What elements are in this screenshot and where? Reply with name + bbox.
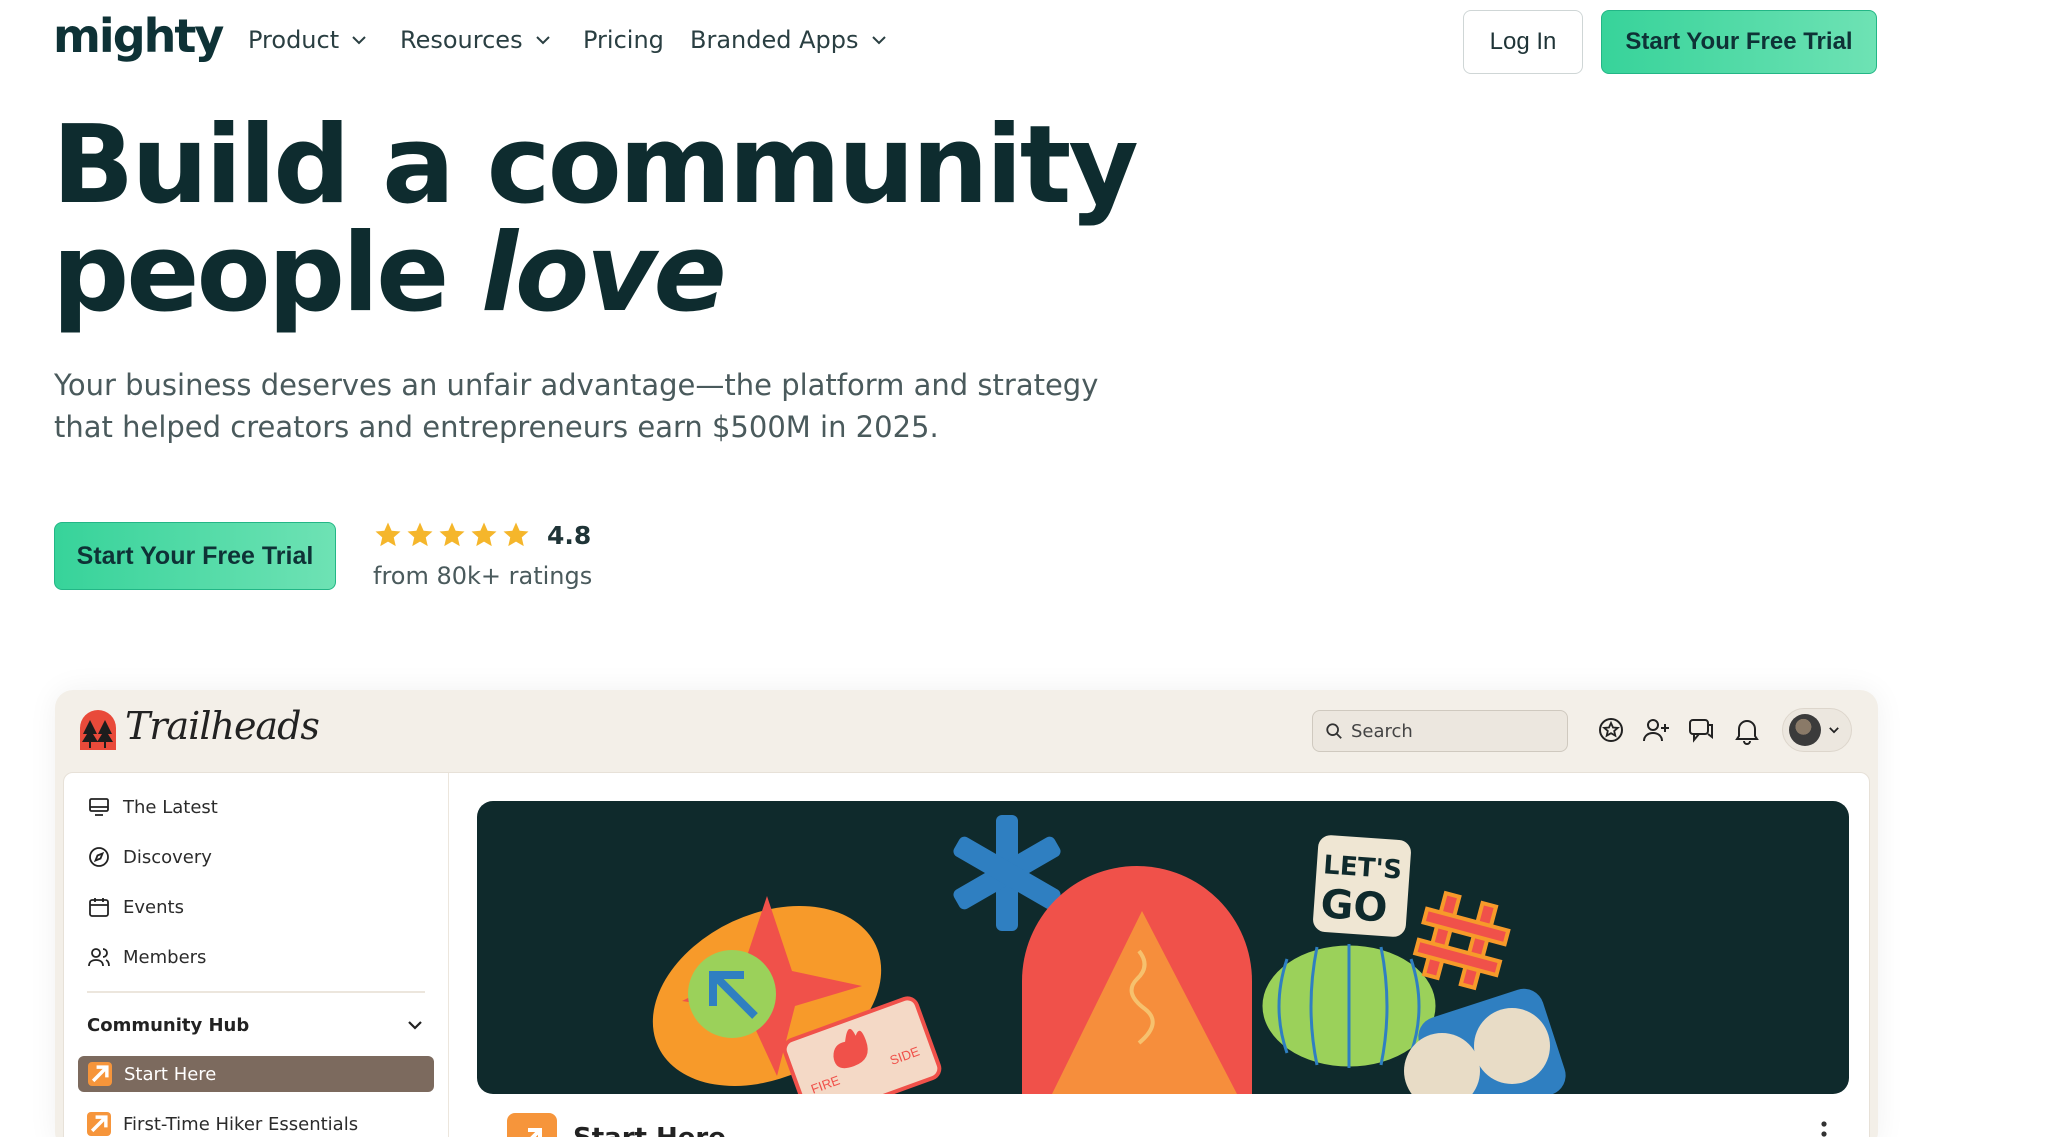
nav-item-product[interactable]: Product [248,26,369,54]
rating-note: from 80k+ ratings [373,562,593,590]
sidebar-item-discovery[interactable]: Discovery [87,839,212,875]
sidebar-item-label: Members [123,946,207,968]
user-menu[interactable] [1782,708,1852,752]
top-nav: mighty Product Resources Pricing Branded… [0,0,2048,84]
more-options-icon[interactable] [1819,1119,1829,1137]
start-trial-button-nav[interactable]: Start Your Free Trial [1601,10,1877,74]
star-icon [439,522,465,547]
arrow-up-right-icon [88,1062,112,1086]
chevron-down-icon [1829,727,1839,734]
search-input[interactable]: Search [1312,710,1568,752]
sidebar-item-events[interactable]: Events [87,889,184,925]
app-sidebar: The Latest Discovery Events Members Comm… [64,773,449,1137]
sidebar-divider [87,991,425,993]
star-icon [503,522,529,547]
search-placeholder: Search [1351,720,1413,742]
nav-item-label: Branded Apps [690,26,859,54]
community-banner-image: FIRE SIDE LET'S GO [477,801,1849,1094]
star-rating: 4.8 [373,520,592,550]
star-icon [471,522,497,547]
hero-subtitle: Your business deserves an unfair advanta… [54,368,1099,444]
community-hub-group[interactable]: Community Hub [87,1007,425,1043]
post-title: Start Here [573,1123,726,1137]
app-body: The Latest Discovery Events Members Comm… [63,772,1870,1137]
sidebar-item-label: Start Here [124,1063,217,1085]
banner-illustration: FIRE SIDE LET'S GO [652,815,1566,1094]
sidebar-item-start-here[interactable]: Start Here [78,1056,434,1092]
sidebar-item-label: Discovery [123,846,212,868]
nav-item-label: Resources [400,26,523,54]
sidebar-item-label: First-Time Hiker Essentials [123,1113,359,1135]
lets-go-top-text: LET'S [1322,850,1403,885]
nav-item-label: Product [248,26,340,54]
sidebar-item-the-latest[interactable]: The Latest [87,789,218,825]
app-header: Trailheads Search [55,690,1878,770]
nav-item-resources[interactable]: Resources [400,26,553,54]
hero-title-line2: people [52,211,481,336]
compass-icon [89,847,109,867]
group-title: Community Hub [87,1014,250,1036]
chevron-down-icon [352,36,366,45]
arrow-up-right-icon [87,1112,111,1136]
chevron-down-icon [535,36,550,45]
nav-item-label: Pricing [583,26,664,54]
trailheads-logo-icon [80,710,116,750]
login-button[interactable]: Log In [1463,10,1583,74]
add-user-icon[interactable] [1640,714,1672,746]
bell-icon[interactable] [1731,714,1763,746]
badge-star-icon[interactable] [1595,714,1627,746]
main-content: FIRE SIDE LET'S GO [449,773,1869,1137]
sidebar-item-label: Events [123,896,184,918]
rating-block: 4.8 from 80k+ ratings [373,520,593,591]
app-brand-name[interactable]: Trailheads [125,704,320,748]
chevron-down-icon [871,36,886,45]
monitor-icon [89,798,109,816]
post-header: Start Here [507,1113,726,1137]
calendar-icon [89,898,109,917]
star-icon [407,522,433,547]
app-preview: Trailheads Search The Latest Discovery E… [55,690,1878,1137]
avatar [1789,714,1821,746]
sidebar-item-members[interactable]: Members [87,939,206,975]
chat-icon[interactable] [1685,714,1717,746]
chevron-down-icon [408,1021,422,1030]
mighty-logo[interactable]: mighty [53,9,224,63]
sidebar-item-first-time-hiker[interactable]: First-Time Hiker Essentials [87,1106,358,1137]
search-icon [1326,723,1342,739]
lets-go-sticker: LET'S GO [1310,832,1414,940]
hero-title: Build a community people love [52,112,1139,328]
arrow-up-right-icon [507,1113,557,1137]
rating-value: 4.8 [547,520,592,550]
sidebar-item-label: The Latest [123,796,218,818]
hero-title-emphasis: love [480,211,727,336]
nav-item-pricing[interactable]: Pricing [583,26,664,54]
hero-title-line1: Build a community [52,103,1139,228]
start-trial-button-hero[interactable]: Start Your Free Trial [54,522,336,590]
nav-item-branded-apps[interactable]: Branded Apps [690,26,889,54]
star-icon [375,522,401,547]
members-icon [88,948,110,967]
lets-go-bottom-text: GO [1319,881,1389,932]
